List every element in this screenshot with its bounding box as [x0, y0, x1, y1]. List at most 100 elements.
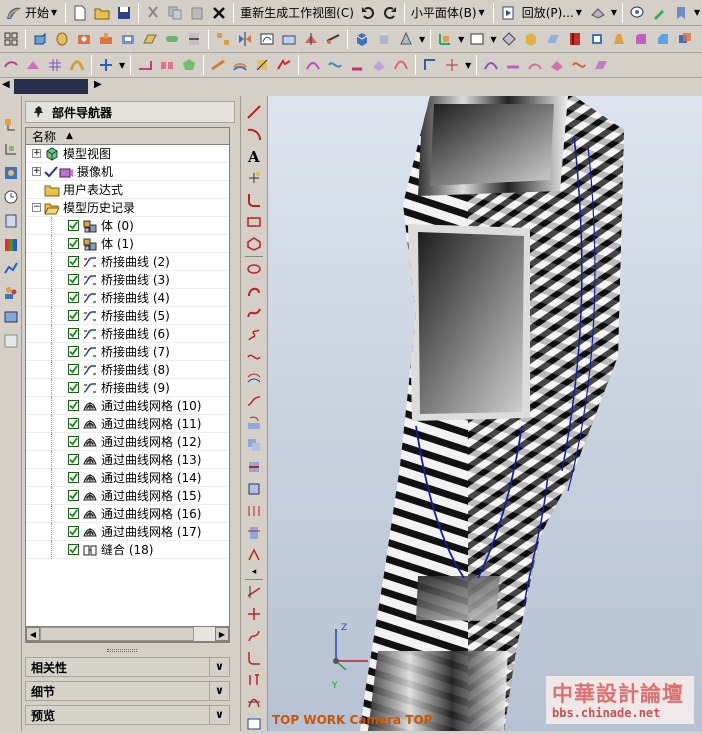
swept-icon[interactable] [67, 55, 87, 75]
graphics-viewport[interactable]: Z Y 中華設計論壇 bbs.chinade.net TOP WORK Came… [268, 96, 702, 731]
regenerate-view-button[interactable]: 重新生成工作视图(C) [237, 2, 357, 24]
section-details[interactable]: 细节 ∨ [25, 681, 230, 701]
pattern-face-icon[interactable] [499, 29, 519, 49]
chevron-down-icon[interactable]: ▼ [490, 35, 496, 44]
sketch-icon[interactable] [257, 29, 277, 49]
trim-body-icon[interactable] [279, 29, 299, 49]
instance-icon[interactable] [213, 29, 233, 49]
tree-row[interactable]: 桥接曲线 (5) [26, 307, 229, 325]
tree-row[interactable]: 通过曲线网格 (13) [26, 451, 229, 469]
helix-icon[interactable] [244, 325, 264, 345]
visibility-checkbox[interactable] [68, 310, 79, 321]
edit-fillet-icon[interactable] [244, 648, 264, 668]
ellipse-icon[interactable] [244, 259, 264, 279]
point-icon[interactable] [244, 168, 264, 188]
section-curve-icon[interactable] [244, 457, 264, 477]
scroll-left-icon[interactable]: ◀ [26, 627, 40, 641]
visibility-checkbox[interactable] [68, 364, 79, 375]
change-degree-icon[interactable] [391, 55, 411, 75]
visibility-checkbox[interactable] [68, 292, 79, 303]
chevron-down-icon[interactable]: ∨ [209, 658, 229, 676]
trim-corner-icon[interactable] [244, 604, 264, 624]
tree-row[interactable]: + 模型视图 [26, 145, 229, 163]
visibility-checkbox[interactable] [68, 472, 79, 483]
rectangle-icon[interactable] [467, 29, 487, 49]
tree-row[interactable]: 桥接曲线 (7) [26, 343, 229, 361]
tree-row[interactable]: 桥接曲线 (4) [26, 289, 229, 307]
new-file-icon[interactable] [70, 3, 90, 23]
general-conic-icon[interactable] [244, 281, 264, 301]
visibility-checkbox[interactable] [68, 454, 79, 465]
box-icon[interactable] [352, 29, 372, 49]
section-analysis-icon[interactable] [569, 55, 589, 75]
divide-curve-icon[interactable] [244, 626, 264, 646]
view-options-icon[interactable] [588, 3, 608, 23]
visibility-checkbox[interactable] [68, 238, 79, 249]
unite-icon[interactable] [675, 29, 695, 49]
visibility-checkbox[interactable] [68, 274, 79, 285]
tree-row[interactable]: 体 (0) [26, 217, 229, 235]
split-body-icon[interactable] [301, 29, 321, 49]
blank-panel-icon[interactable] [2, 332, 20, 350]
groove-icon[interactable] [184, 29, 204, 49]
visibility-checkbox[interactable] [68, 346, 79, 357]
isoparametric-icon[interactable] [244, 501, 264, 521]
tab-scroll-left-icon[interactable]: ◀ [2, 79, 10, 90]
bridge-surface-icon[interactable] [157, 55, 177, 75]
deviation-icon[interactable] [481, 55, 501, 75]
extension-icon[interactable] [208, 55, 228, 75]
chevron-down-icon[interactable]: ∨ [209, 706, 229, 724]
offset-surface-icon[interactable] [230, 55, 250, 75]
expand-icon[interactable]: + [32, 167, 41, 176]
draft-analysis-icon[interactable] [591, 55, 611, 75]
arc-icon[interactable] [244, 124, 264, 144]
visibility-checkbox[interactable] [68, 256, 79, 267]
history-icon[interactable] [2, 188, 20, 206]
pad-icon[interactable] [140, 29, 160, 49]
reflection-icon[interactable] [503, 55, 523, 75]
analyze-icon[interactable] [420, 55, 440, 75]
pocket-icon[interactable] [118, 29, 138, 49]
expand-icon[interactable]: + [32, 149, 41, 158]
shaded-box-icon[interactable] [521, 29, 541, 49]
extract-curve-icon[interactable] [244, 479, 264, 499]
hole-icon[interactable] [74, 29, 94, 49]
rectangle-curve-icon[interactable] [244, 212, 264, 232]
chevron-down-icon[interactable]: ▼ [419, 35, 425, 44]
fillet-curve-icon[interactable] [244, 190, 264, 210]
book-icon[interactable] [565, 29, 585, 49]
sew-sheet-icon[interactable] [274, 55, 294, 75]
offset-curve-icon[interactable] [244, 369, 264, 389]
blend-icon[interactable] [631, 29, 651, 49]
i-form-icon[interactable] [347, 55, 367, 75]
trim-curve-icon[interactable] [244, 582, 264, 602]
face-analysis-icon[interactable] [547, 55, 567, 75]
draft-icon[interactable] [609, 29, 629, 49]
sew-tool-icon[interactable] [323, 29, 343, 49]
chevron-down-icon[interactable]: ▼ [611, 8, 617, 17]
cone-icon[interactable] [396, 29, 416, 49]
pin-icon[interactable] [32, 105, 46, 119]
text-icon[interactable]: A [244, 146, 264, 166]
tree-row[interactable]: 通过曲线网格 (14) [26, 469, 229, 487]
constraint-navigator-icon[interactable] [2, 140, 20, 158]
system-materials-icon[interactable] [2, 308, 20, 326]
visibility-checkbox[interactable] [68, 220, 79, 231]
point-set-icon[interactable] [442, 55, 462, 75]
start-menu[interactable]: 开始 ▼ [2, 2, 62, 24]
slot-icon[interactable] [162, 29, 182, 49]
cut-icon[interactable] [143, 3, 163, 23]
x-form-icon[interactable] [325, 55, 345, 75]
visibility-checkbox[interactable] [68, 490, 79, 501]
redo-icon[interactable] [380, 3, 400, 23]
copy-icon[interactable] [165, 3, 185, 23]
tree-row[interactable]: 通过曲线网格 (11) [26, 415, 229, 433]
visibility-checkbox[interactable] [68, 526, 79, 537]
visibility-checkbox[interactable] [68, 508, 79, 519]
chamfer-icon[interactable] [653, 29, 673, 49]
trimmed-sheet-icon[interactable] [252, 55, 272, 75]
scrollbar-thumb[interactable] [40, 627, 194, 641]
help-bubble-icon[interactable] [627, 3, 647, 23]
chevron-down-icon[interactable]: ∨ [209, 682, 229, 700]
tree-row[interactable]: 桥接曲线 (8) [26, 361, 229, 379]
